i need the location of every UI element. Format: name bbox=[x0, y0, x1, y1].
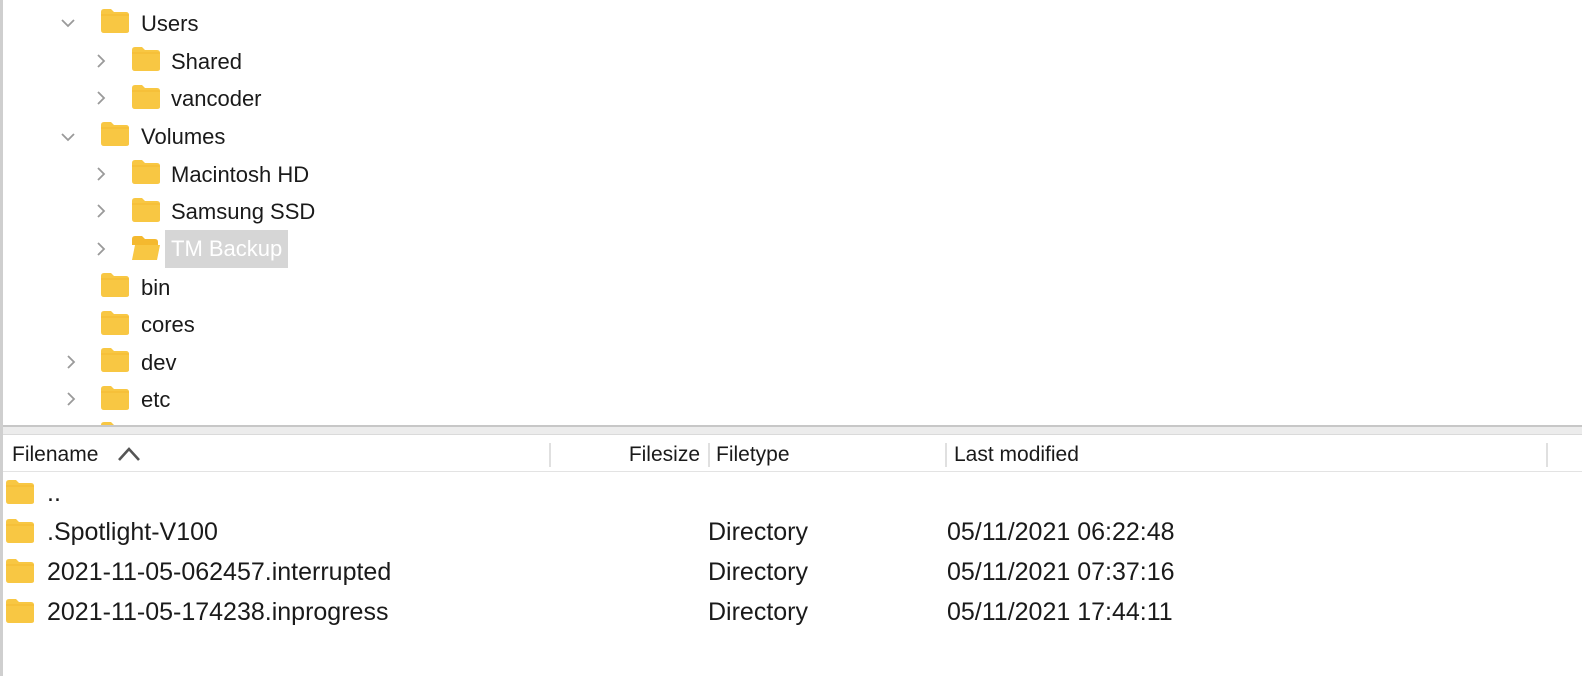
chevron-down-icon[interactable] bbox=[58, 13, 78, 33]
folder-icon bbox=[5, 598, 35, 624]
folder-icon bbox=[100, 272, 130, 298]
column-divider[interactable] bbox=[1546, 443, 1548, 467]
column-header-filename[interactable]: Filename bbox=[12, 435, 98, 472]
tree-item-label: cores bbox=[141, 312, 195, 337]
folder-icon bbox=[131, 84, 161, 110]
filetype-cell: Directory bbox=[708, 558, 809, 586]
chevron-right-icon[interactable] bbox=[91, 164, 111, 184]
chevron-right-icon[interactable] bbox=[61, 352, 81, 372]
modified-cell: 05/11/2021 06:22:48 bbox=[947, 518, 1175, 546]
chevron-right-icon[interactable] bbox=[91, 51, 111, 71]
filename-cell: 2021-11-05-174238.inprogress bbox=[47, 598, 389, 626]
tree-item-label: Shared bbox=[171, 49, 242, 74]
table-row[interactable]: 2021-11-05-062457.interrupted Directory … bbox=[3, 552, 1582, 592]
tree-item-label: etc bbox=[141, 387, 171, 412]
folder-icon bbox=[131, 197, 161, 223]
filetype-cell: Directory bbox=[708, 598, 809, 626]
column-header-last-modified[interactable]: Last modified bbox=[954, 435, 1079, 472]
folder-icon bbox=[131, 46, 161, 72]
folder-icon bbox=[100, 347, 130, 373]
column-header-filesize[interactable]: Filesize bbox=[553, 435, 700, 472]
modified-cell: 05/11/2021 17:44:11 bbox=[947, 598, 1173, 626]
list-header: Filename Filesize Filetype Last modified bbox=[3, 435, 1582, 472]
column-divider[interactable] bbox=[945, 443, 947, 467]
chevron-right-icon[interactable] bbox=[91, 88, 111, 108]
tree-item-label: Macintosh HD bbox=[171, 162, 310, 187]
filetype-cell: Directory bbox=[708, 518, 809, 546]
table-row[interactable]: 2021-11-05-174238.inprogress Directory 0… bbox=[3, 592, 1582, 632]
tree-item-label: Volumes bbox=[141, 124, 226, 149]
folder-icon bbox=[100, 385, 130, 411]
folder-icon bbox=[100, 8, 130, 34]
column-divider[interactable] bbox=[549, 443, 551, 467]
filename-cell: .Spotlight-V100 bbox=[47, 518, 218, 546]
tree-item-label: Users bbox=[141, 11, 199, 36]
table-row[interactable]: .Spotlight-V100 Directory 05/11/2021 06:… bbox=[3, 512, 1582, 552]
directory-tree[interactable]: Users Shared vancoder Volumes Macintosh … bbox=[3, 0, 1582, 427]
chevron-down-icon[interactable] bbox=[58, 127, 78, 147]
tree-item-label: vancoder bbox=[171, 86, 262, 111]
chevron-right-icon[interactable] bbox=[61, 389, 81, 409]
tree-item-label: dev bbox=[141, 350, 177, 375]
tree-item-label: bin bbox=[141, 275, 171, 300]
tree-item-label: Samsung SSD bbox=[171, 199, 316, 224]
folder-icon bbox=[5, 479, 35, 505]
filename-cell: 2021-11-05-062457.interrupted bbox=[47, 558, 392, 586]
folder-icon bbox=[131, 159, 161, 185]
file-list[interactable]: Filename Filesize Filetype Last modified… bbox=[3, 435, 1582, 676]
chevron-right-icon[interactable] bbox=[91, 239, 111, 259]
filename-cell: .. bbox=[47, 479, 61, 507]
chevron-up-icon[interactable] bbox=[116, 444, 142, 464]
table-row[interactable]: .. bbox=[3, 473, 1582, 513]
folder-open-icon bbox=[131, 235, 161, 261]
file-browser: Users Shared vancoder Volumes Macintosh … bbox=[0, 0, 1582, 676]
modified-cell: 05/11/2021 07:37:16 bbox=[947, 558, 1175, 586]
pane-splitter[interactable] bbox=[3, 425, 1582, 435]
folder-icon bbox=[5, 558, 35, 584]
chevron-right-icon[interactable] bbox=[91, 201, 111, 221]
column-divider[interactable] bbox=[708, 443, 710, 467]
tree-item-label: TM Backup bbox=[165, 230, 289, 268]
folder-icon bbox=[100, 310, 130, 336]
folder-icon bbox=[100, 121, 130, 147]
folder-icon bbox=[5, 518, 35, 544]
column-header-filetype[interactable]: Filetype bbox=[716, 435, 790, 472]
